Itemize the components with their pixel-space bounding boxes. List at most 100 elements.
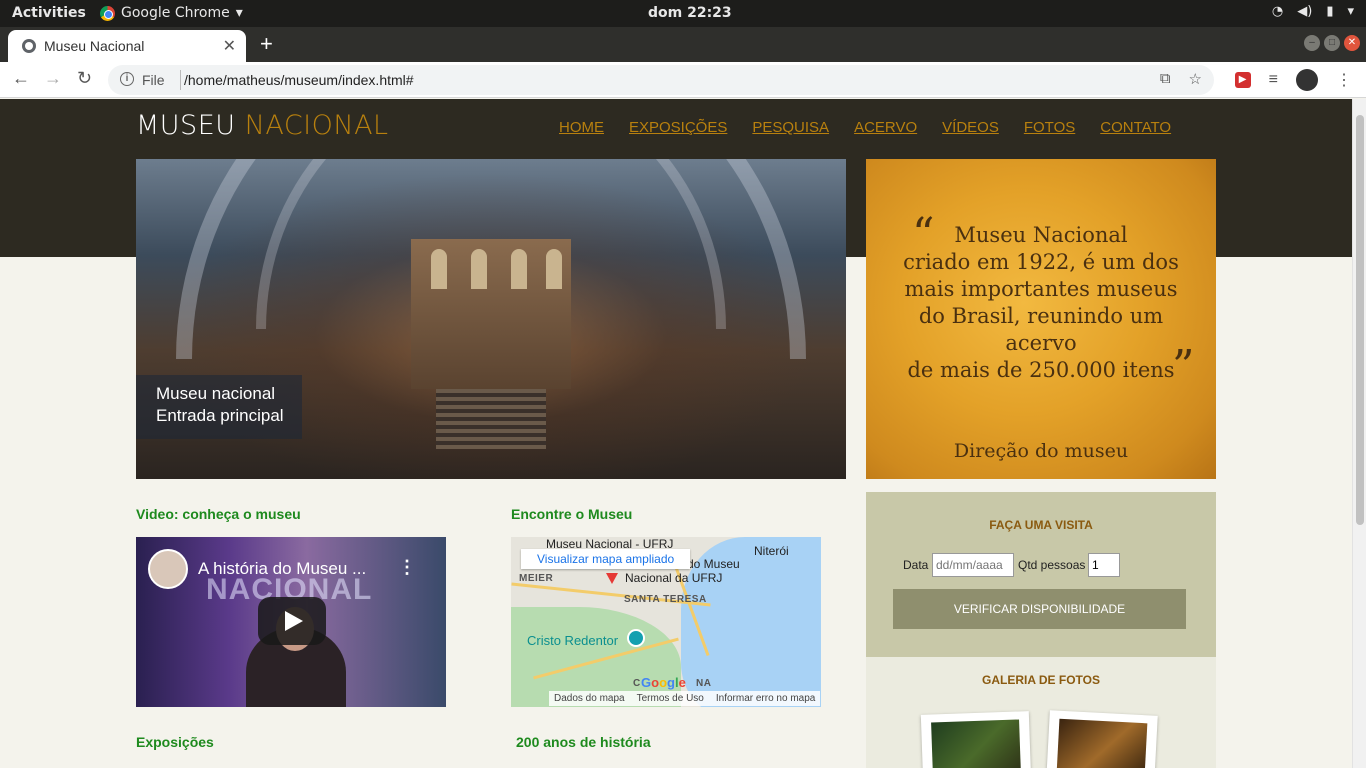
maximize-button[interactable]: □ bbox=[1324, 35, 1340, 51]
url-text[interactable]: /home/matheus/museum/index.html# bbox=[184, 72, 414, 88]
app-menu[interactable]: Google Chrome ▾ bbox=[100, 5, 243, 21]
nav-pesquisa[interactable]: PESQUISA bbox=[752, 119, 829, 136]
tab-title: Museu Nacional bbox=[44, 38, 145, 54]
map-report-link[interactable]: Informar erro no mapa bbox=[716, 693, 816, 704]
quote-line: do Brasil, reunindo um acervo bbox=[918, 304, 1164, 355]
volume-icon: ◀) bbox=[1297, 4, 1313, 19]
check-availability-button[interactable]: VERIFICAR DISPONIBILIDADE bbox=[893, 589, 1186, 629]
hero-window bbox=[431, 249, 447, 289]
nav-videos[interactable]: VÍDEOS bbox=[942, 119, 999, 136]
wifi-icon: ◔ bbox=[1271, 4, 1284, 19]
window-close-button[interactable]: ✕ bbox=[1344, 35, 1360, 51]
video-section-title: Video: conheça o museu bbox=[136, 506, 301, 522]
quote-line: criado em 1922, é um dos bbox=[903, 250, 1179, 274]
nav-exposicoes[interactable]: EXPOSIÇÕES bbox=[629, 119, 727, 136]
tab-strip: Museu Nacional ✕ + – □ ✕ bbox=[0, 27, 1366, 62]
page-scrollbar[interactable] bbox=[1352, 99, 1366, 768]
site-logo[interactable]: MUSEU NACIONAL bbox=[136, 110, 389, 141]
main-nav: HOME EXPOSIÇÕES PESQUISA ACERVO VÍDEOS F… bbox=[559, 119, 1171, 136]
map-place-name: Nacional da UFRJ bbox=[625, 571, 723, 585]
hero-window bbox=[511, 249, 527, 289]
nav-acervo[interactable]: ACERVO bbox=[854, 119, 917, 136]
media-icon[interactable]: ≡ bbox=[1269, 71, 1278, 89]
photo-image bbox=[1056, 718, 1148, 768]
date-field[interactable] bbox=[932, 553, 1014, 577]
scrollbar-thumb[interactable] bbox=[1356, 115, 1364, 525]
omnibox-actions: ⧉ ☆ bbox=[1160, 70, 1202, 88]
hero-caption: Museu nacional Entrada principal bbox=[136, 375, 302, 439]
url-scheme: File bbox=[142, 72, 165, 88]
gallery-panel: GALERIA DE FOTOS bbox=[866, 657, 1216, 768]
forward-icon[interactable]: → bbox=[44, 68, 62, 89]
map-label-santa-teresa: SANTA TERESA bbox=[624, 594, 707, 605]
map-embed[interactable]: Museu Nacional - UFRJ do Museu Nacional … bbox=[511, 537, 821, 707]
enlarge-map-link[interactable]: Visualizar mapa ampliado bbox=[521, 549, 691, 569]
new-tab-button[interactable]: + bbox=[260, 31, 273, 57]
video-title[interactable]: A história do Museu ... bbox=[198, 559, 366, 579]
clock[interactable]: dom 22:23 bbox=[648, 5, 732, 21]
map-label-na: NA bbox=[696, 678, 712, 689]
play-icon[interactable] bbox=[258, 597, 326, 645]
map-label-niteroi: Niterói bbox=[754, 544, 789, 558]
qty-field[interactable] bbox=[1088, 553, 1120, 577]
browser-toolbar: ← → ↻ i File /home/matheus/museum/index.… bbox=[0, 62, 1366, 98]
browser-tab[interactable]: Museu Nacional ✕ bbox=[8, 30, 246, 62]
map-terms-link[interactable]: Termos de Uso bbox=[637, 693, 704, 704]
logo-word-2: NACIONAL bbox=[244, 110, 389, 141]
app-menu-label: Google Chrome bbox=[121, 5, 230, 21]
map-data-link[interactable]: Dados do mapa bbox=[554, 693, 625, 704]
gallery-photo[interactable] bbox=[920, 711, 1032, 768]
date-label: Data bbox=[903, 558, 929, 572]
reload-icon[interactable]: ↻ bbox=[77, 68, 92, 89]
quote-text: Museu Nacional criado em 1922, é um dos … bbox=[886, 222, 1196, 384]
historia-title: 200 anos de história bbox=[516, 734, 651, 750]
video-menu-icon[interactable]: ⋮ bbox=[398, 557, 416, 578]
quote-box: “ Museu Nacional criado em 1922, é um do… bbox=[866, 159, 1216, 479]
info-icon[interactable]: i bbox=[120, 72, 134, 86]
map-attribution: Dados do mapa Termos de Uso Informar err… bbox=[549, 691, 821, 706]
page-viewport: MUSEU NACIONAL HOME EXPOSIÇÕES PESQUISA … bbox=[0, 99, 1352, 768]
star-icon[interactable]: ☆ bbox=[1189, 70, 1202, 88]
hero-window bbox=[546, 249, 562, 289]
back-icon[interactable]: ← bbox=[12, 68, 30, 89]
profile-avatar[interactable] bbox=[1296, 69, 1318, 91]
hero-window bbox=[471, 249, 487, 289]
quote-line: mais importantes museus bbox=[904, 277, 1178, 301]
extension-icon[interactable]: ▶ bbox=[1234, 72, 1251, 88]
exposicoes-title: Exposições bbox=[136, 734, 214, 750]
video-embed[interactable]: NACIONAL A história do Museu ... ⋮ bbox=[136, 537, 446, 707]
menu-icon[interactable]: ⋮ bbox=[1336, 70, 1352, 90]
map-label-meier: MEIER bbox=[519, 573, 554, 584]
window-controls: – □ ✕ bbox=[1304, 35, 1360, 51]
visit-title: FAÇA UMA VISITA bbox=[989, 518, 1093, 532]
hero-caption-line-2: Entrada principal bbox=[156, 406, 284, 425]
system-tray[interactable]: ◔ ◀) ▮ ▾ bbox=[1272, 4, 1354, 19]
chevron-down-icon: ▾ bbox=[1347, 4, 1354, 19]
qty-label: Qtd pessoas bbox=[1018, 558, 1086, 572]
url-separator bbox=[180, 70, 181, 90]
map-section-title: Encontre o Museu bbox=[511, 506, 633, 522]
globe-icon bbox=[22, 39, 36, 53]
map-label-c: C bbox=[633, 678, 641, 689]
gallery-title: GALERIA DE FOTOS bbox=[981, 673, 1100, 687]
quote-line: Museu Nacional bbox=[954, 223, 1128, 247]
address-bar[interactable]: i File /home/matheus/museum/index.html# … bbox=[108, 65, 1214, 95]
map-place-name: do Museu bbox=[687, 557, 740, 571]
translate-icon[interactable]: ⧉ bbox=[1160, 70, 1171, 88]
hero-stairs bbox=[436, 389, 546, 449]
google-logo: Google bbox=[641, 675, 686, 690]
visit-panel: FAÇA UMA VISITA Data Qtd pessoas VERIFIC… bbox=[866, 492, 1216, 657]
battery-icon: ▮ bbox=[1326, 4, 1334, 19]
minimize-button[interactable]: – bbox=[1304, 35, 1320, 51]
hero-caption-line-1: Museu nacional bbox=[156, 384, 276, 403]
gallery-photo[interactable] bbox=[1046, 710, 1158, 768]
activities-button[interactable]: Activities bbox=[12, 5, 86, 21]
close-icon[interactable]: ✕ bbox=[223, 36, 236, 56]
nav-home[interactable]: HOME bbox=[559, 119, 604, 136]
nav-contato[interactable]: CONTATO bbox=[1100, 119, 1171, 136]
chevron-down-icon: ▾ bbox=[235, 5, 243, 21]
map-pin-icon[interactable] bbox=[606, 573, 618, 584]
nav-fotos[interactable]: FOTOS bbox=[1024, 119, 1075, 136]
quote-close-mark: ” bbox=[1172, 341, 1195, 392]
channel-avatar[interactable] bbox=[148, 549, 188, 589]
